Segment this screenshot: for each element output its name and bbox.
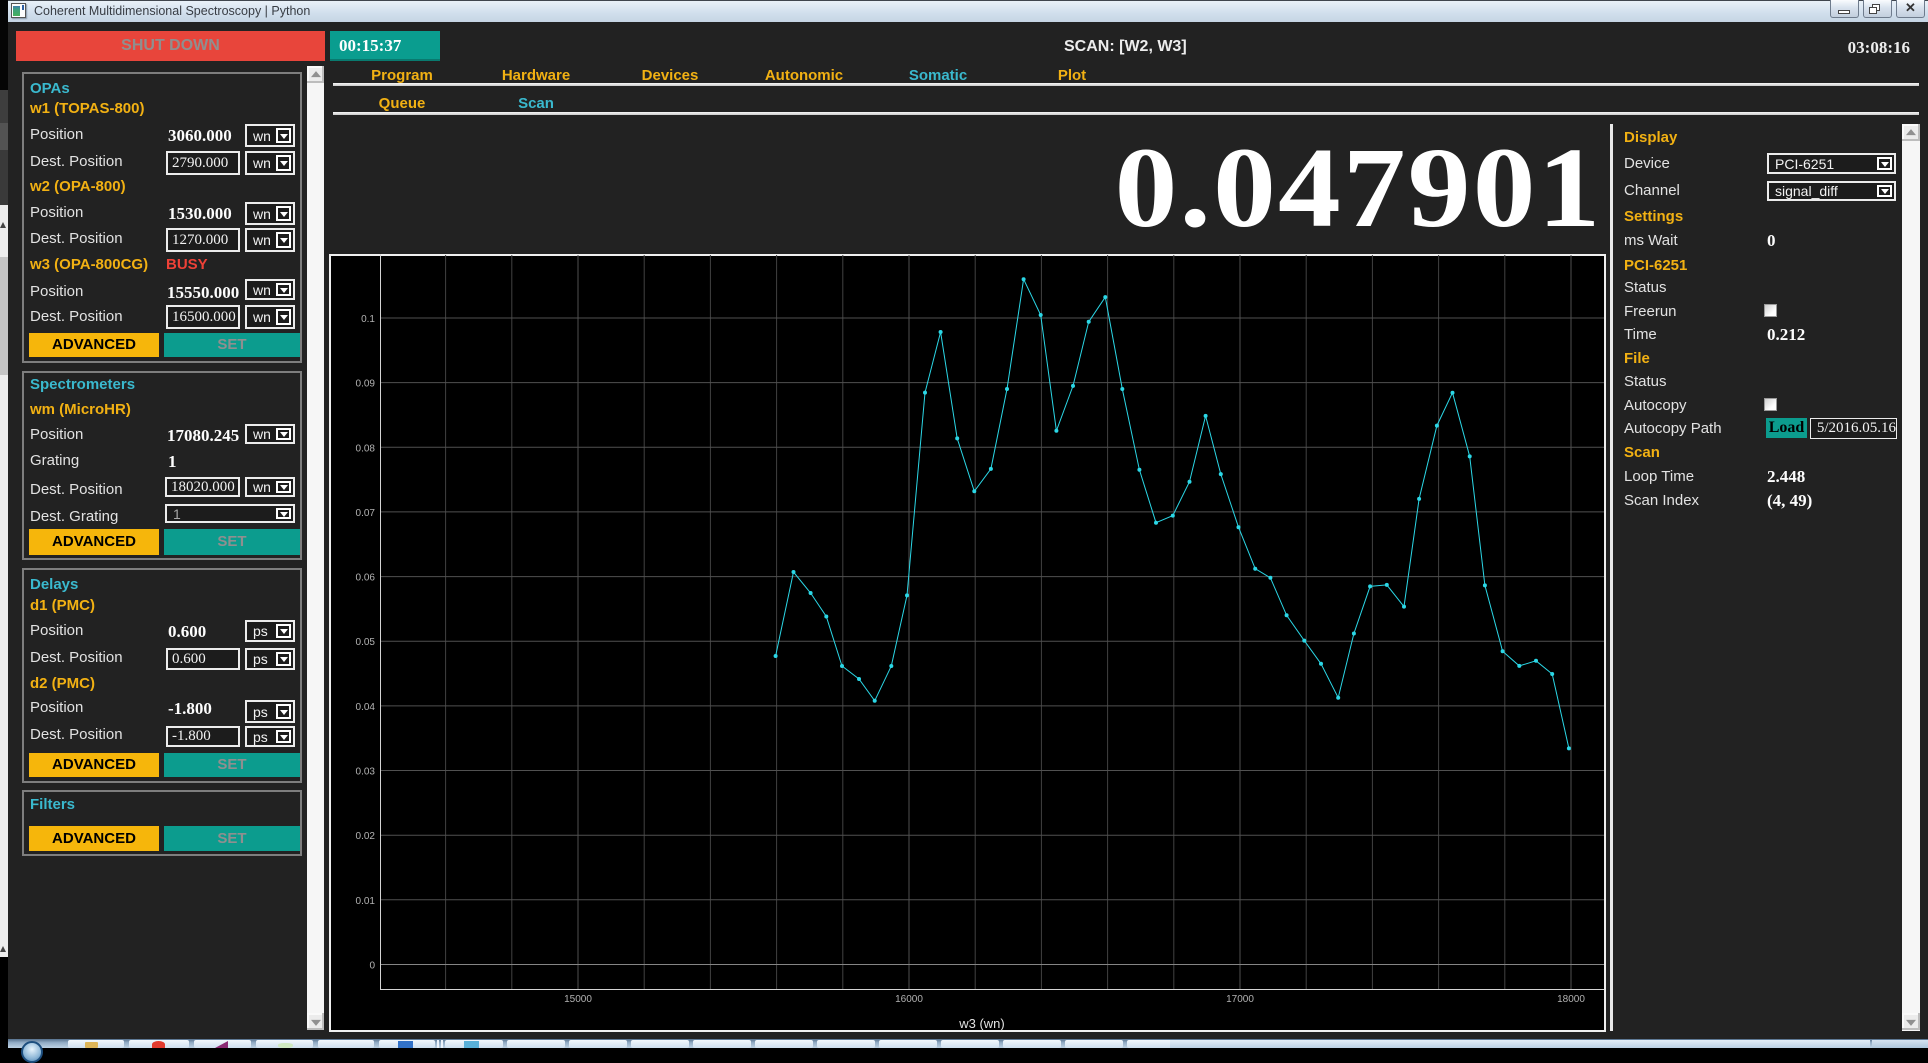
svg-text:15000: 15000 <box>564 994 592 1005</box>
svg-text:0.06: 0.06 <box>356 573 376 584</box>
svg-text:0.01: 0.01 <box>356 896 376 907</box>
svg-text:0: 0 <box>369 961 375 972</box>
svg-text:0.08: 0.08 <box>356 443 376 454</box>
svg-text:0.07: 0.07 <box>356 508 376 519</box>
svg-text:0.02: 0.02 <box>356 831 376 842</box>
svg-text:17000: 17000 <box>1226 994 1254 1005</box>
svg-text:0.04: 0.04 <box>356 702 376 713</box>
svg-text:w3 (wn): w3 (wn) <box>958 1016 1005 1031</box>
svg-text:0.05: 0.05 <box>356 637 376 648</box>
svg-text:18000: 18000 <box>1557 994 1585 1005</box>
svg-text:0.03: 0.03 <box>356 767 376 778</box>
svg-text:0.09: 0.09 <box>356 379 376 390</box>
svg-text:16000: 16000 <box>895 994 923 1005</box>
svg-text:0.1: 0.1 <box>361 314 375 325</box>
